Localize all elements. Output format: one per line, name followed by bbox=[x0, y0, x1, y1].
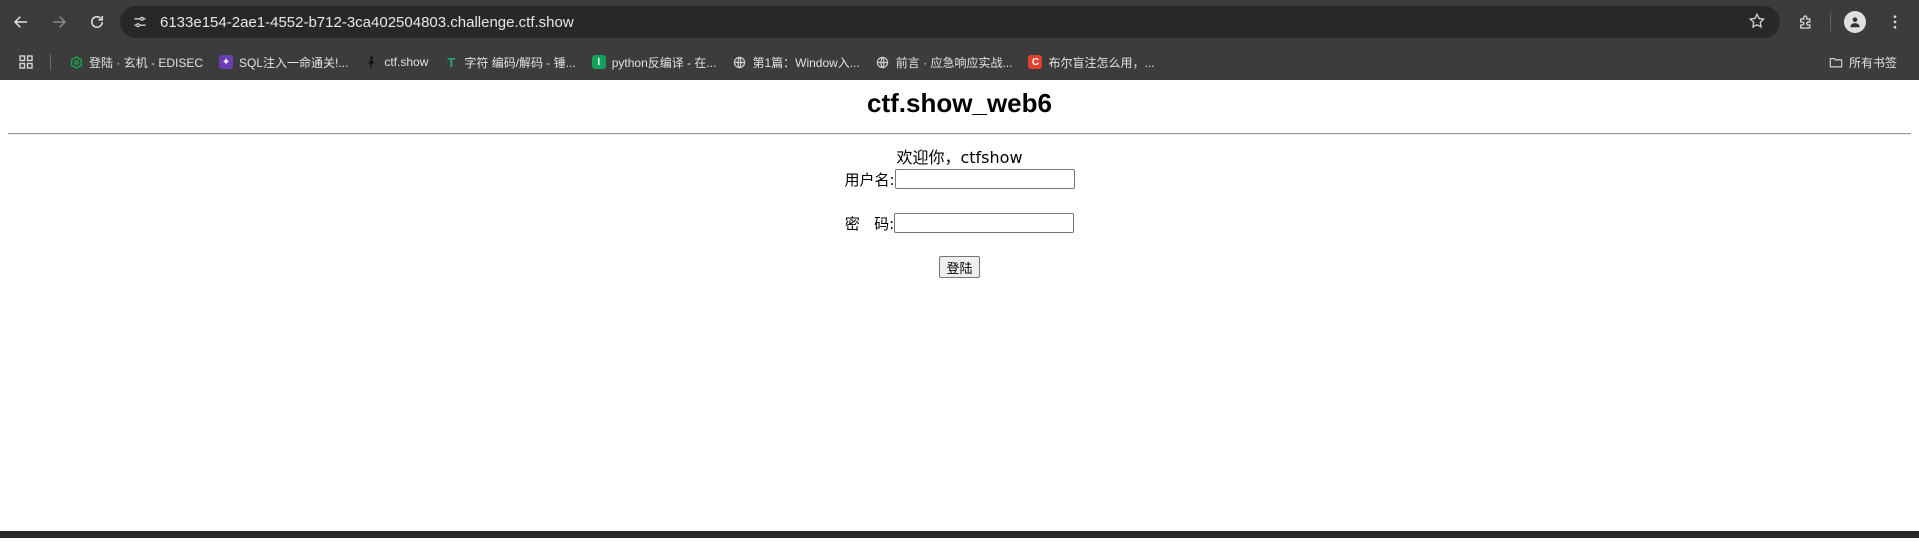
toolbar-actions bbox=[1782, 6, 1911, 38]
figure-icon bbox=[364, 55, 378, 69]
bookmark-item[interactable]: ctf.show bbox=[356, 49, 436, 75]
puzzle-icon bbox=[1800, 15, 1811, 29]
url-text[interactable]: 6133e154-2ae1-4552-b712-3ca402504803.cha… bbox=[160, 14, 574, 31]
submit-row: 登陆 bbox=[0, 256, 1919, 278]
toolbar-divider bbox=[1830, 13, 1831, 31]
extensions-button[interactable] bbox=[1790, 6, 1822, 38]
bookmarks-divider bbox=[50, 54, 51, 70]
purple-square-icon: ✦ bbox=[219, 55, 234, 69]
browser-toolbar: 6133e154-2ae1-4552-b712-3ca402504803.cha… bbox=[0, 0, 1919, 44]
page-content: ctf.show_web6 欢迎你，ctfshow 用户名: 密 码: 登陆 bbox=[0, 80, 1919, 538]
login-button[interactable]: 登陆 bbox=[939, 256, 980, 278]
address-bar[interactable]: 6133e154-2ae1-4552-b712-3ca402504803.cha… bbox=[120, 6, 1780, 38]
menu-button[interactable] bbox=[1879, 6, 1911, 38]
site-settings-icon[interactable] bbox=[130, 12, 150, 32]
bookmark-item[interactable]: ✦ SQL注入一命通关!... bbox=[211, 49, 356, 75]
kebab-menu-icon bbox=[1893, 15, 1897, 29]
arrow-right-icon bbox=[53, 16, 67, 28]
t-icon: T bbox=[447, 54, 456, 70]
hexagon-icon bbox=[69, 55, 83, 69]
bookmark-item[interactable]: I python反编译 - 在... bbox=[584, 49, 725, 75]
username-label: 用户名: bbox=[844, 170, 895, 189]
welcome-text: 欢迎你，ctfshow bbox=[896, 148, 1023, 167]
globe-icon bbox=[732, 55, 746, 69]
apps-grid-icon[interactable] bbox=[12, 48, 40, 76]
browser-chrome: 6133e154-2ae1-4552-b712-3ca402504803.cha… bbox=[0, 0, 1919, 80]
bookmarks-bar: 登陆 · 玄机 - EDISEC ✦ SQL注入一命通关!... ctf.sho… bbox=[0, 44, 1919, 80]
reload-button[interactable] bbox=[80, 5, 114, 39]
reload-icon bbox=[91, 16, 103, 28]
profile-button[interactable] bbox=[1839, 6, 1871, 38]
bookmark-item[interactable]: C 布尔盲注怎么用，... bbox=[1020, 49, 1162, 75]
back-button[interactable] bbox=[4, 5, 38, 39]
bookmark-item[interactable]: T 字符 编码/解码 - 锤... bbox=[436, 49, 583, 75]
username-row: 用户名: bbox=[0, 168, 1919, 190]
all-bookmarks-folder[interactable]: 所有书签 bbox=[1821, 49, 1905, 75]
password-row: 密 码: bbox=[0, 212, 1919, 234]
bookmark-item[interactable]: 前言 · 应急响应实战... bbox=[868, 49, 1021, 75]
bookmark-item[interactable]: 第1篇：Window入... bbox=[724, 49, 867, 75]
folder-icon bbox=[1829, 55, 1843, 69]
arrow-left-icon bbox=[13, 16, 27, 28]
login-form: 欢迎你，ctfshow 用户名: 密 码: 登陆 bbox=[0, 148, 1919, 278]
avatar-icon bbox=[1844, 11, 1866, 33]
password-label: 密 码: bbox=[844, 214, 895, 233]
green-square-icon: I bbox=[591, 55, 606, 69]
bookmark-star-icon[interactable] bbox=[1748, 12, 1768, 32]
bottom-bar bbox=[0, 531, 1919, 538]
globe-icon bbox=[876, 55, 890, 69]
page-title: ctf.show_web6 bbox=[867, 88, 1052, 118]
forward-button[interactable] bbox=[42, 5, 76, 39]
c-icon: C bbox=[1028, 55, 1043, 69]
username-input[interactable] bbox=[894, 169, 1075, 189]
password-input[interactable] bbox=[894, 213, 1075, 233]
horizontal-divider bbox=[8, 133, 1911, 135]
bookmark-item[interactable]: 登陆 · 玄机 - EDISEC bbox=[61, 49, 211, 75]
